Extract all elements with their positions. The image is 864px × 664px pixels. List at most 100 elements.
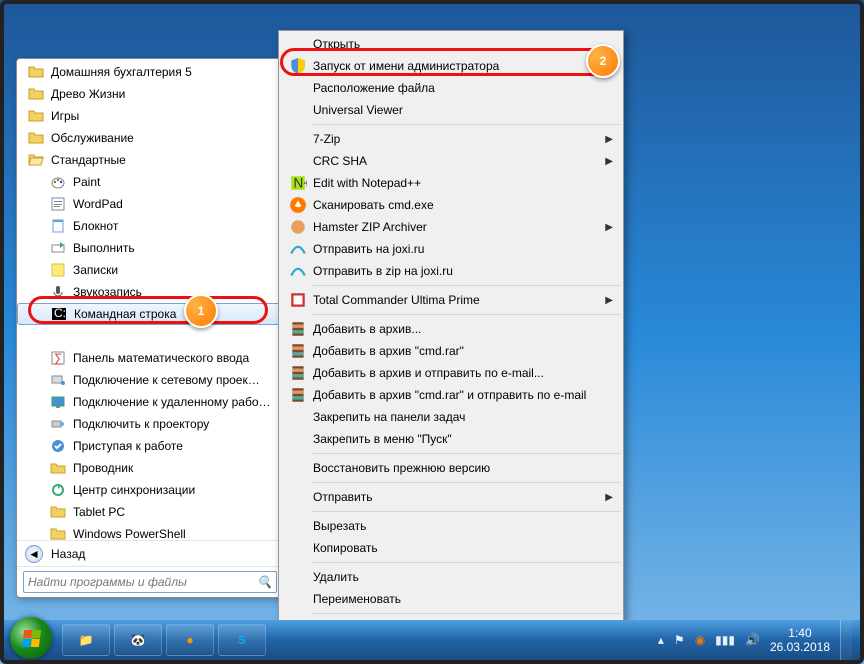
context-label: Восстановить прежнюю версию: [313, 461, 490, 475]
context-item-20[interactable]: Закрепить в меню "Пуск": [283, 428, 621, 450]
context-item-2[interactable]: Расположение файла: [283, 77, 621, 99]
context-item-10[interactable]: Отправить на joxi.ru: [283, 238, 621, 260]
show-desktop-button[interactable]: [840, 620, 852, 660]
program-label: Tablet PC: [73, 505, 125, 519]
program-item-15[interactable]: Подключение к удаленному рабо…: [17, 391, 283, 413]
back-button[interactable]: ◄ Назад: [17, 540, 283, 566]
explorer-icon: [49, 459, 67, 477]
program-item-2[interactable]: Игры: [17, 105, 283, 127]
context-label: Расположение файла: [313, 81, 435, 95]
avast-icon: [289, 196, 307, 214]
context-item-17[interactable]: Добавить в архив и отправить по e-mail..…: [283, 362, 621, 384]
program-item-7[interactable]: Блокнот: [17, 215, 283, 237]
explorer-icon: 📁: [79, 633, 94, 647]
svg-text:N+: N+: [294, 176, 308, 191]
context-label: 7-Zip: [313, 132, 340, 146]
program-item-17[interactable]: Приступая к работе: [17, 435, 283, 457]
taskbar-app-panda[interactable]: 🐼: [114, 624, 162, 656]
rar-icon: [289, 364, 307, 382]
callout-highlight-2: [280, 48, 616, 76]
program-label: Подключение к удаленному рабо…: [73, 395, 271, 409]
back-label: Назад: [51, 547, 85, 561]
context-label: Отправить в zip на joxi.ru: [313, 264, 453, 278]
context-label: Удалить: [313, 570, 359, 584]
context-item-22[interactable]: Восстановить прежнюю версию: [283, 457, 621, 479]
program-item-14[interactable]: Подключение к сетевому проек…: [17, 369, 283, 391]
context-item-18[interactable]: Добавить в архив "cmd.rar" и отправить п…: [283, 384, 621, 406]
program-item-19[interactable]: Центр синхронизации: [17, 479, 283, 501]
context-item-8[interactable]: Сканировать cmd.exe: [283, 194, 621, 216]
network-icon[interactable]: ▮▮▮: [715, 633, 735, 647]
context-label: Закрепить в меню "Пуск": [313, 432, 452, 446]
callout-bubble-1: 1: [184, 294, 218, 328]
program-item-20[interactable]: Tablet PC: [17, 501, 283, 523]
program-label: Подключить к проектору: [73, 417, 209, 431]
context-item-6[interactable]: CRC SHA▶: [283, 150, 621, 172]
context-item-9[interactable]: Hamster ZIP Archiver▶: [283, 216, 621, 238]
program-label: Подключение к сетевому проек…: [73, 373, 260, 387]
context-item-19[interactable]: Закрепить на панели задач: [283, 406, 621, 428]
program-item-16[interactable]: Подключить к проектору: [17, 413, 283, 435]
program-item-18[interactable]: Проводник: [17, 457, 283, 479]
context-label: Вырезать: [313, 519, 366, 533]
joxi-icon: [289, 262, 307, 280]
flag-icon[interactable]: ⚑: [674, 633, 685, 647]
blank-icon: [289, 79, 307, 97]
context-label: Hamster ZIP Archiver: [313, 220, 427, 234]
program-item-0[interactable]: Домашняя бухгалтерия 5: [17, 61, 283, 83]
search-input[interactable]: Найти программы и файлы 🔍: [23, 571, 277, 593]
program-item-9[interactable]: Записки: [17, 259, 283, 281]
clock[interactable]: 1:40 26.03.2018: [770, 626, 830, 654]
program-item-3[interactable]: Обслуживание: [17, 127, 283, 149]
program-label: Paint: [73, 175, 100, 189]
context-item-13[interactable]: Total Commander Ultima Prime▶: [283, 289, 621, 311]
taskbar-buttons: 📁 🐼 ● S: [62, 624, 266, 656]
avast-tray-icon[interactable]: ◉: [695, 633, 705, 647]
blank-icon: [49, 327, 67, 345]
context-item-15[interactable]: Добавить в архив...: [283, 318, 621, 340]
start-button[interactable]: [10, 617, 52, 659]
context-item-11[interactable]: Отправить в zip на joxi.ru: [283, 260, 621, 282]
blank-icon: [289, 408, 307, 426]
program-item-8[interactable]: Выполнить: [17, 237, 283, 259]
blank-icon: [289, 517, 307, 535]
volume-icon[interactable]: 🔊: [745, 633, 760, 647]
program-item-4[interactable]: Стандартные: [17, 149, 283, 171]
context-item-30[interactable]: Переименовать: [283, 588, 621, 610]
blank-icon: [289, 101, 307, 119]
program-item-12[interactable]: [17, 325, 283, 347]
context-label: Edit with Notepad++: [313, 176, 421, 190]
start-menu-programs: Домашняя бухгалтерия 5Древо ЖизниИгрыОбс…: [16, 58, 284, 598]
submenu-arrow-icon: ▶: [605, 134, 613, 145]
context-item-24[interactable]: Отправить▶: [283, 486, 621, 508]
context-label: CRC SHA: [313, 154, 367, 168]
context-item-5[interactable]: 7-Zip ▶: [283, 128, 621, 150]
program-item-21[interactable]: Windows PowerShell: [17, 523, 283, 540]
context-separator: [311, 124, 621, 125]
tray-chevron-icon[interactable]: ▴: [658, 633, 664, 647]
rar-icon: [289, 342, 307, 360]
taskbar-firefox[interactable]: ●: [166, 624, 214, 656]
program-item-1[interactable]: Древо Жизни: [17, 83, 283, 105]
windows-logo-icon: [21, 630, 40, 647]
taskbar-explorer[interactable]: 📁: [62, 624, 110, 656]
context-item-29[interactable]: Удалить: [283, 566, 621, 588]
context-item-3[interactable]: Universal Viewer: [283, 99, 621, 121]
program-item-5[interactable]: Paint: [17, 171, 283, 193]
folder-icon: [27, 63, 45, 81]
context-label: Переименовать: [313, 592, 401, 606]
context-item-27[interactable]: Копировать: [283, 537, 621, 559]
context-item-7[interactable]: N+ Edit with Notepad++: [283, 172, 621, 194]
paint-icon: [49, 173, 67, 191]
context-separator: [311, 613, 621, 614]
context-label: Total Commander Ultima Prime: [313, 293, 480, 307]
taskbar-skype[interactable]: S: [218, 624, 266, 656]
context-separator: [311, 562, 621, 563]
context-item-26[interactable]: Вырезать: [283, 515, 621, 537]
tcup-icon: [289, 291, 307, 309]
context-label: Сканировать cmd.exe: [313, 198, 434, 212]
program-item-13[interactable]: ∑Панель математического ввода: [17, 347, 283, 369]
context-item-16[interactable]: Добавить в архив "cmd.rar": [283, 340, 621, 362]
program-item-6[interactable]: WordPad: [17, 193, 283, 215]
search-row: Найти программы и файлы 🔍: [17, 566, 283, 597]
